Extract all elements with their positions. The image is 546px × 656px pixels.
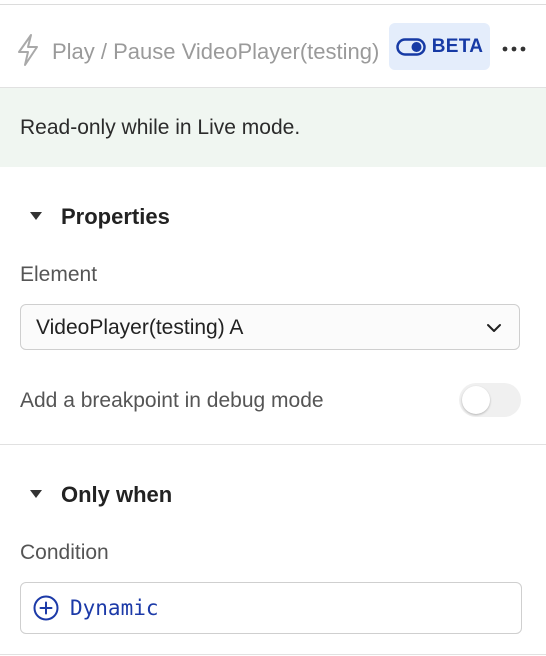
collapse-triangle-icon <box>30 212 42 220</box>
action-header: Play / Pause VideoPlayer(testing) BETA <box>0 5 546 87</box>
only-when-heading: Only when <box>61 482 173 507</box>
bottom-divider <box>0 654 546 655</box>
read-only-banner: Read-only while in Live mode. <box>0 88 546 167</box>
element-select[interactable]: VideoPlayer(testing) A <box>20 304 520 350</box>
only-when-section-header[interactable]: Only when <box>0 478 546 512</box>
toggle-knob <box>462 386 490 414</box>
element-label: Element <box>20 263 98 286</box>
dynamic-condition-field[interactable]: Dynamic <box>20 582 522 634</box>
dynamic-label: Dynamic <box>70 596 159 620</box>
collapse-triangle-icon <box>30 490 42 498</box>
banner-text: Read-only while in Live mode. <box>20 115 301 139</box>
beta-toggle-button[interactable]: BETA <box>389 23 490 70</box>
condition-label: Condition <box>20 541 109 564</box>
chevron-down-icon <box>487 324 501 332</box>
breakpoint-row: Add a breakpoint in debug mode <box>0 380 546 422</box>
action-title: Play / Pause VideoPlayer(testing) <box>52 39 380 64</box>
toggle-icon <box>395 37 426 56</box>
plus-circle-icon <box>33 595 59 621</box>
breakpoint-toggle[interactable] <box>459 383 521 417</box>
beta-label: BETA <box>431 35 484 57</box>
properties-heading: Properties <box>61 204 170 229</box>
lightning-bolt-icon <box>18 34 38 66</box>
breakpoint-label: Add a breakpoint in debug mode <box>20 389 324 412</box>
more-horizontal-icon[interactable] <box>500 33 528 65</box>
properties-section-header[interactable]: Properties <box>0 200 546 234</box>
section-divider <box>0 444 546 445</box>
element-select-value: VideoPlayer(testing) A <box>36 316 244 339</box>
